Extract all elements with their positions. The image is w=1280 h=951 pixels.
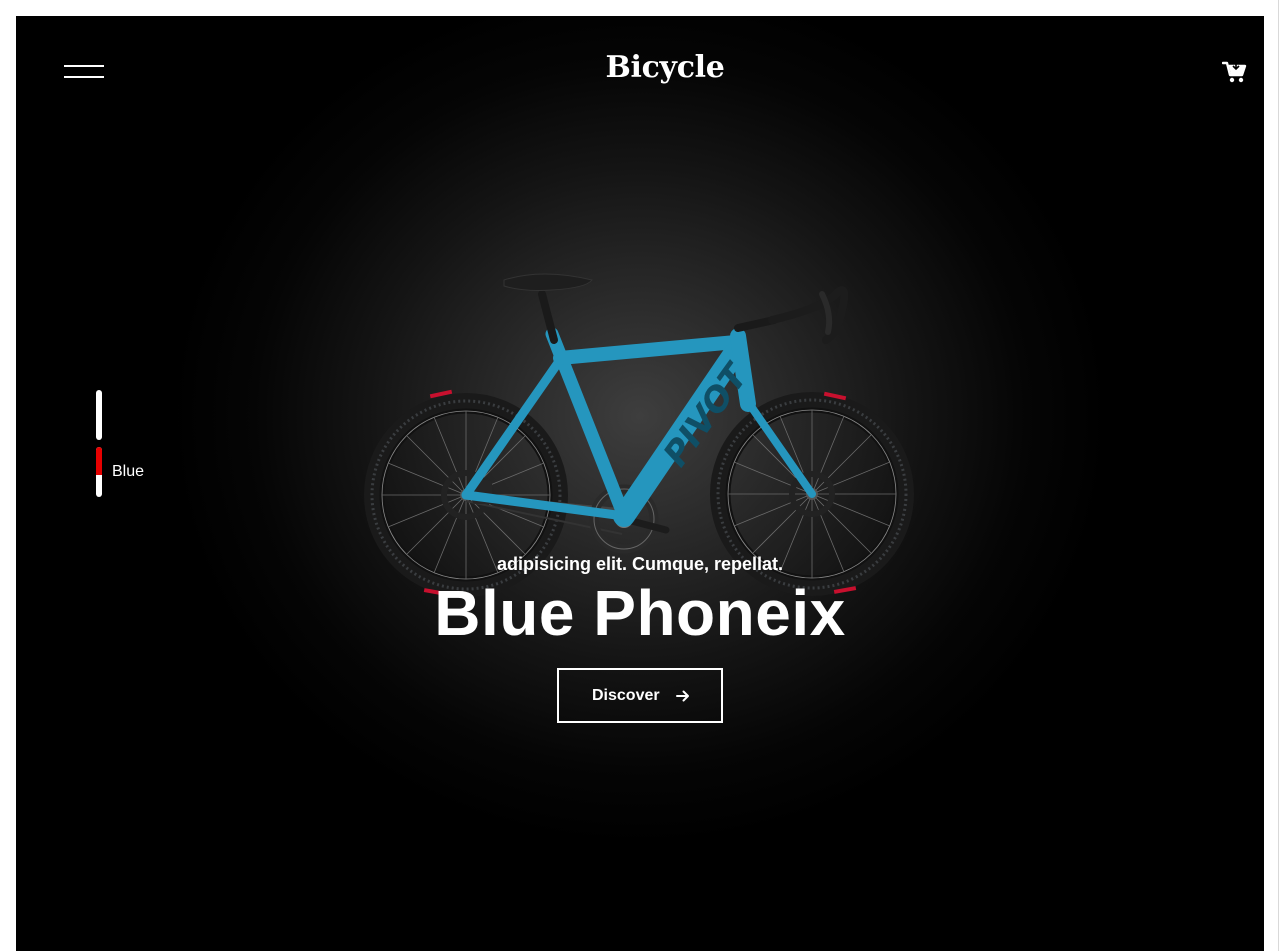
bike-handlebar xyxy=(734,286,849,344)
cart-button[interactable] xyxy=(1221,60,1250,86)
slide-indicator-progress xyxy=(96,447,102,475)
discover-button[interactable]: Discover xyxy=(557,668,723,723)
brand-logo[interactable]: Bicycle xyxy=(16,50,1264,85)
slide-label: Blue xyxy=(112,463,145,480)
bike-saddle xyxy=(503,273,593,344)
bicycle-image: PIVOT xyxy=(364,273,914,597)
arrow-right-icon xyxy=(676,690,689,702)
hero-subtitle: adipisicing elit. Cumque, repellat. xyxy=(496,554,784,574)
hero-title: Blue Phoneix xyxy=(434,577,846,649)
hero-section: Bicycle Blue PIVOT adipisicing elit. Cum… xyxy=(16,16,1264,951)
slide-indicator-2[interactable] xyxy=(96,447,102,497)
cart-icon xyxy=(1221,61,1247,83)
bike-frame: PIVOT xyxy=(461,327,816,527)
page-edge xyxy=(1278,0,1279,951)
svg-text:PIVOT: PIVOT xyxy=(656,355,758,474)
slide-indicator-1[interactable] xyxy=(96,390,102,440)
discover-button-label: Discover xyxy=(592,687,660,704)
